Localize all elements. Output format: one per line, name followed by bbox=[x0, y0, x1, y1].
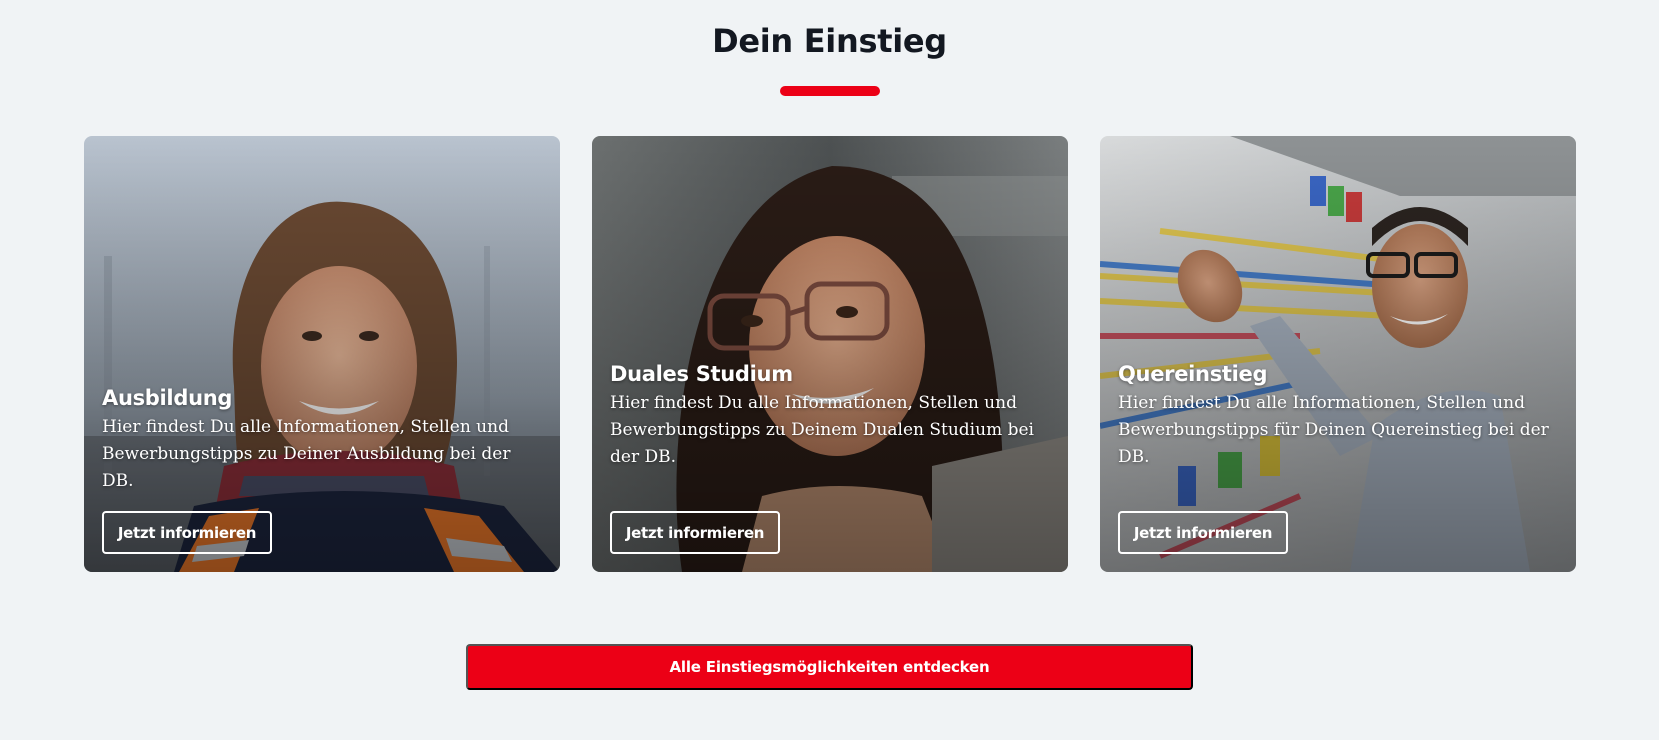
jetzt-informieren-button-quereinstieg[interactable]: Jetzt informieren bbox=[1118, 511, 1288, 554]
card-description: Hier findest Du alle Informationen, Stel… bbox=[102, 417, 511, 491]
card-content: Duales Studium Hier findest Du alle Info… bbox=[610, 362, 1054, 471]
card-title: Quereinstieg bbox=[1118, 362, 1268, 386]
card-content: Ausbildung Hier findest Du alle Informat… bbox=[102, 386, 546, 495]
card-ausbildung[interactable]: Ausbildung Hier findest Du alle Informat… bbox=[84, 136, 560, 572]
card-title: Duales Studium bbox=[610, 362, 793, 386]
section-heading: Dein Einstieg bbox=[712, 22, 947, 60]
card-quereinstieg[interactable]: Quereinstieg Hier findest Du alle Inform… bbox=[1100, 136, 1576, 572]
heading-accent-bar bbox=[780, 86, 880, 96]
jetzt-informieren-button-duales-studium[interactable]: Jetzt informieren bbox=[610, 511, 780, 554]
card-title: Ausbildung bbox=[102, 386, 233, 410]
card-description: Hier findest Du alle Informationen, Stel… bbox=[1118, 393, 1549, 467]
alle-einstiegsmoeglichkeiten-button[interactable]: Alle Einstiegsmöglichkeiten entdecken bbox=[466, 644, 1193, 690]
card-content: Quereinstieg Hier findest Du alle Inform… bbox=[1118, 362, 1562, 471]
card-duales-studium[interactable]: Duales Studium Hier findest Du alle Info… bbox=[592, 136, 1068, 572]
card-description: Hier findest Du alle Informationen, Stel… bbox=[610, 393, 1034, 467]
jetzt-informieren-button-ausbildung[interactable]: Jetzt informieren bbox=[102, 511, 272, 554]
